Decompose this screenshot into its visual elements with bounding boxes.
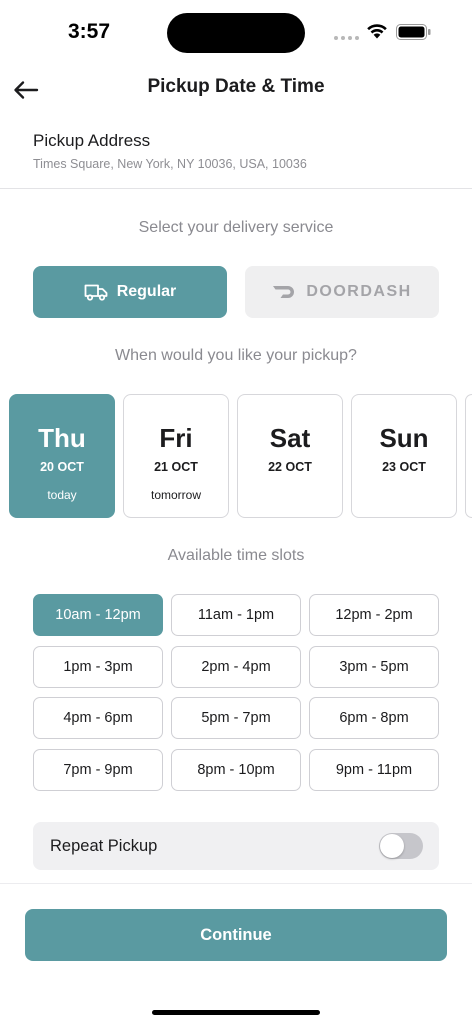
time-slot[interactable]: 5pm - 7pm [171, 697, 301, 739]
day-sub: tomorrow [150, 488, 201, 502]
regular-service-label: Regular [116, 283, 177, 300]
battery-icon [396, 24, 431, 40]
time-slot[interactable]: 12pm - 2pm [309, 594, 439, 636]
day-name: Fri [159, 423, 193, 453]
time-slot[interactable]: 3pm - 5pm [309, 646, 439, 688]
time-slot[interactable]: 6pm - 8pm [309, 697, 439, 739]
time-slot[interactable]: 10am - 12pm [33, 594, 163, 636]
service-prompt: Select your delivery service [138, 219, 334, 236]
doordash-logo-icon [273, 286, 295, 298]
time-slot[interactable]: 1pm - 3pm [33, 646, 163, 688]
repeat-pickup-toggle[interactable] [379, 833, 423, 859]
divider [0, 883, 472, 884]
day-sub: today [47, 488, 77, 502]
time-slot[interactable]: 4pm - 6pm [33, 697, 163, 739]
truck-icon [84, 284, 108, 301]
time-slot[interactable]: 7pm - 9pm [33, 749, 163, 791]
doordash-service-button[interactable]: DOORDASH [245, 266, 439, 318]
day-card-next-partial[interactable] [465, 394, 472, 518]
day-card-sun[interactable]: Sun 23 OCT [351, 394, 457, 518]
toggle-knob [380, 834, 404, 858]
pickup-address-label: Pickup Address [33, 131, 151, 150]
time-slot[interactable]: 2pm - 4pm [171, 646, 301, 688]
signal-dots-icon [334, 36, 359, 40]
day-date: 23 OCT [382, 460, 426, 474]
time-slots-prompt: Available time slots [167, 547, 305, 564]
wifi-icon [367, 24, 387, 39]
divider [0, 188, 472, 189]
time-slot[interactable]: 9pm - 11pm [309, 749, 439, 791]
day-card-sat[interactable]: Sat 22 OCT [237, 394, 343, 518]
day-name: Thu [38, 423, 86, 453]
day-date: 20 OCT [40, 460, 84, 474]
status-time: 3:57 [68, 20, 111, 43]
repeat-pickup-row: Repeat Pickup [33, 822, 439, 870]
home-indicator [152, 1010, 320, 1015]
date-prompt: When would you like your pickup? [115, 347, 357, 364]
time-slot[interactable]: 8pm - 10pm [171, 749, 301, 791]
continue-button[interactable]: Continue [25, 909, 447, 961]
doordash-service-label: DOORDASH [306, 283, 412, 300]
day-date: 22 OCT [268, 460, 312, 474]
pickup-address-value[interactable]: Times Square, New York, NY 10036, USA, 1… [33, 157, 307, 171]
day-name: Sat [269, 423, 311, 453]
page-title: Pickup Date & Time [147, 76, 325, 97]
day-name: Sun [379, 423, 429, 453]
day-card-fri[interactable]: Fri 21 OCT tomorrow [123, 394, 229, 518]
repeat-pickup-label: Repeat Pickup [50, 837, 158, 855]
day-card-thu[interactable]: Thu 20 OCT today [9, 394, 115, 518]
day-date: 21 OCT [154, 460, 198, 474]
regular-service-button[interactable]: Regular [33, 266, 227, 318]
time-slot[interactable]: 11am - 1pm [171, 594, 301, 636]
dynamic-island [167, 13, 305, 53]
